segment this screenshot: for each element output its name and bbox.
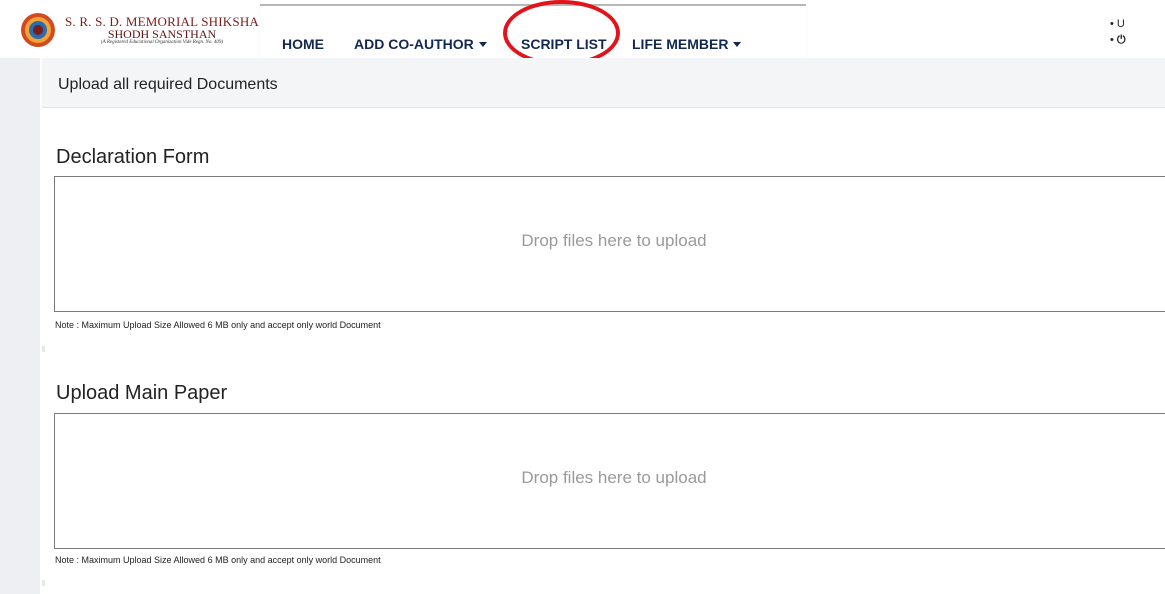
dropzone-text: Drop files here to upload <box>521 231 707 250</box>
dropzone-text: Drop files here to upload <box>521 468 707 487</box>
user-menu-account-label: U <box>1116 18 1125 30</box>
section-title-main-paper: Upload Main Paper <box>56 382 228 404</box>
nav-life-member-label: LIFE MEMBER <box>632 36 729 52</box>
nav-home[interactable]: HOME <box>282 36 324 52</box>
section-divider <box>42 580 45 586</box>
nav-add-co-author-label: ADD CO-AUTHOR <box>354 36 474 52</box>
nav-script-list-label: SCRIPT LIST <box>521 36 607 52</box>
sidebar-rail <box>0 58 40 594</box>
section-divider <box>42 346 45 352</box>
nav-add-co-author[interactable]: ADD CO-AUTHOR <box>354 36 487 52</box>
main-content: Upload all required Documents Declaratio… <box>42 58 1165 594</box>
user-menu-item-account[interactable]: • U <box>1110 16 1126 32</box>
nav-life-member[interactable]: LIFE MEMBER <box>632 36 742 52</box>
power-icon: ⏻ <box>1116 34 1126 46</box>
page-title-bar: Upload all required Documents <box>42 58 1165 108</box>
brand-name[interactable]: S. R. S. D. MEMORIAL SHIKSHA SHODH SANST… <box>62 15 262 46</box>
upload-note: Note : Maximum Upload Size Allowed 6 MB … <box>55 320 381 330</box>
organization-logo-icon[interactable] <box>20 12 56 48</box>
page-title: Upload all required Documents <box>58 76 278 93</box>
nav-home-label: HOME <box>282 36 324 52</box>
brand-line-3: (A Registered Educational Organization V… <box>100 40 224 45</box>
chevron-down-icon <box>478 42 487 47</box>
declaration-form-dropzone[interactable]: Drop files here to upload <box>54 176 1165 312</box>
top-header: S. R. S. D. MEMORIAL SHIKSHA SHODH SANST… <box>0 0 1165 76</box>
nav-script-list[interactable]: SCRIPT LIST <box>521 36 607 52</box>
upload-note: Note : Maximum Upload Size Allowed 6 MB … <box>55 555 381 565</box>
brand-line-2: SHODH SANSTHAN <box>107 27 217 41</box>
chevron-down-icon <box>733 42 742 47</box>
user-menu-item-logout[interactable]: • ⏻ <box>1110 32 1126 48</box>
user-menu: • U • ⏻ <box>1110 16 1126 48</box>
main-paper-dropzone[interactable]: Drop files here to upload <box>54 413 1165 549</box>
section-title-declaration-form: Declaration Form <box>56 146 210 168</box>
